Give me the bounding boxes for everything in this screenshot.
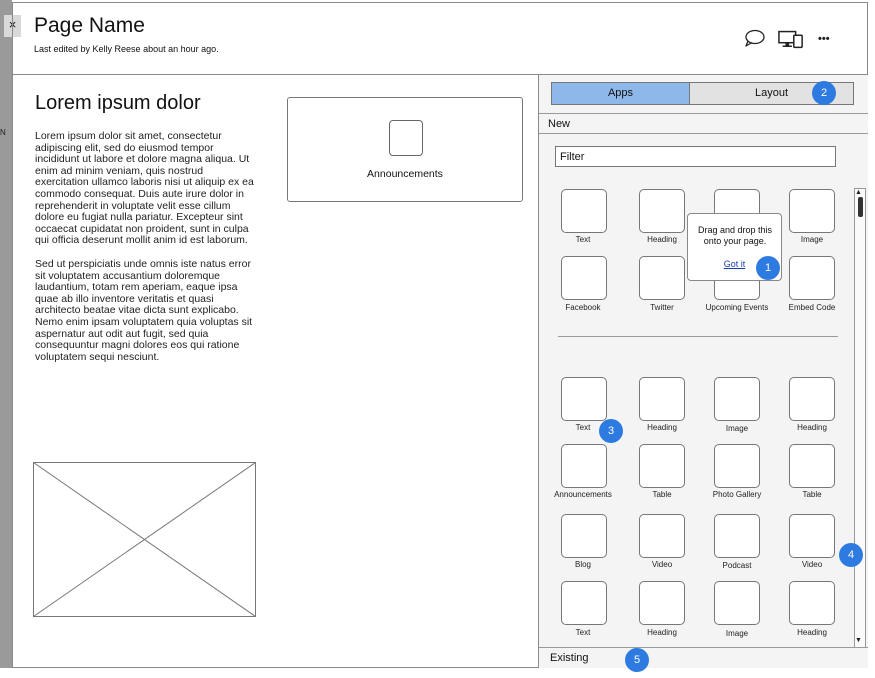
- panel-divider: [539, 647, 868, 648]
- app-tile-heading[interactable]: [639, 581, 685, 625]
- app-label: Table: [802, 490, 822, 499]
- app-label: Announcements: [554, 490, 612, 499]
- device-preview-icon[interactable]: [778, 28, 804, 50]
- announcements-label: Announcements: [367, 168, 443, 180]
- app-tile-heading[interactable]: [639, 377, 685, 421]
- left-edge-strip: N: [0, 0, 12, 668]
- app-tile-podcast[interactable]: [714, 514, 760, 558]
- app-label: Text: [575, 235, 591, 244]
- content-body: Lorem ipsum dolor sit amet, consectetur …: [35, 130, 257, 375]
- callout-badge: 4: [839, 543, 863, 567]
- app-tile-video[interactable]: [639, 514, 685, 558]
- app-tile-heading[interactable]: [639, 189, 685, 233]
- scroll-up-icon[interactable]: ▲: [855, 189, 862, 196]
- filter-input[interactable]: [555, 146, 836, 167]
- app-tile-image[interactable]: [714, 581, 760, 625]
- panel-divider: [539, 113, 868, 114]
- page-title: Page Name: [34, 14, 145, 37]
- app-tile-heading[interactable]: [789, 377, 835, 421]
- last-edited-text: Last edited by Kelly Reese about an hour…: [34, 44, 219, 54]
- app-tile-text[interactable]: [561, 581, 607, 625]
- app-label: Blog: [574, 560, 591, 569]
- callout-badge: 3: [599, 419, 623, 443]
- app-label: Text: [575, 628, 591, 637]
- apps-divider: [558, 336, 838, 337]
- app-label: Embed Code: [788, 303, 836, 312]
- apps-scrollbar[interactable]: [854, 188, 866, 648]
- callout-badge: 1: [756, 256, 780, 280]
- new-section-label: New: [548, 118, 571, 130]
- comment-icon[interactable]: [742, 28, 768, 50]
- panel-divider: [539, 133, 868, 134]
- announcements-icon: [389, 120, 423, 156]
- app-tile-text[interactable]: [561, 377, 607, 421]
- app-tile-announcements[interactable]: [561, 444, 607, 488]
- app-tile-image[interactable]: [789, 189, 835, 233]
- app-tile-twitter[interactable]: [639, 256, 685, 300]
- callout-badge: 5: [625, 648, 649, 672]
- app-label: Heading: [797, 628, 827, 637]
- more-options-icon[interactable]: •••: [818, 33, 830, 45]
- tooltip-text: Drag and drop this onto your page.: [697, 225, 773, 246]
- app-label: Heading: [797, 423, 827, 432]
- app-tile-video[interactable]: [789, 514, 835, 558]
- app-tile-image[interactable]: [714, 377, 760, 421]
- app-tile-facebook[interactable]: [561, 256, 607, 300]
- app-label: Facebook: [565, 303, 601, 312]
- content-paragraph-2: Sed ut perspiciatis unde omnis iste natu…: [35, 257, 253, 363]
- app-tile-heading[interactable]: [789, 581, 835, 625]
- content-heading: Lorem ipsum dolor: [35, 92, 201, 114]
- tab-apps[interactable]: Apps: [551, 82, 690, 105]
- app-tile-text[interactable]: [561, 189, 607, 233]
- image-placeholder[interactable]: [33, 462, 256, 617]
- app-tile-photo-gallery[interactable]: [714, 444, 760, 488]
- edge-letter: N: [0, 128, 6, 137]
- content-paragraph-1: Lorem ipsum dolor sit amet, consectetur …: [35, 130, 254, 247]
- app-tile-table[interactable]: [639, 444, 685, 488]
- scrollbar-thumb[interactable]: [858, 197, 863, 217]
- existing-section-label: Existing: [550, 652, 589, 664]
- app-tile-table[interactable]: [789, 444, 835, 488]
- app-tile-blog[interactable]: [561, 514, 607, 558]
- app-tile-embed-code[interactable]: [789, 256, 835, 300]
- callout-badge: 2: [812, 81, 836, 105]
- scroll-down-icon[interactable]: ▼: [855, 637, 862, 644]
